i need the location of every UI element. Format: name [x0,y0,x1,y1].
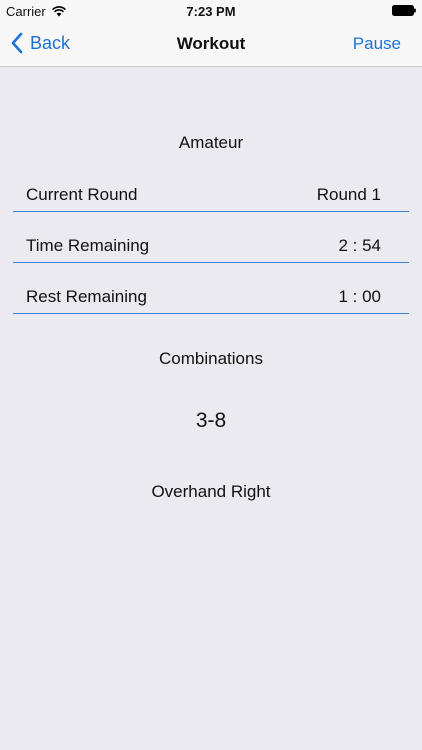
current-round-row: Current Round Round 1 [13,181,409,212]
time-remaining-label: Time Remaining [26,236,150,255]
combination-name: Overhand Right [151,482,271,501]
current-round-label: Current Round [26,185,138,204]
battery-icon [392,5,416,16]
rest-remaining-label: Rest Remaining [26,287,147,306]
rest-remaining-value: 1 : 00 [338,287,381,306]
current-round-value: Round 1 [316,185,381,204]
rest-remaining-row: Rest Remaining 1 : 00 [13,283,409,314]
pause-button[interactable]: Pause [353,34,401,54]
navigation-bar: Back Workout Pause [0,22,422,67]
time-remaining-row: Time Remaining 2 : 54 [13,232,409,263]
combination-code: 3-8 [195,409,227,432]
status-bar: Carrier 7:23 PM [0,0,422,22]
status-time: 7:23 PM [186,4,236,19]
combinations-title: Combinations [159,349,263,368]
level-label: Amateur [178,133,244,152]
time-remaining-value: 2 : 54 [338,236,381,255]
